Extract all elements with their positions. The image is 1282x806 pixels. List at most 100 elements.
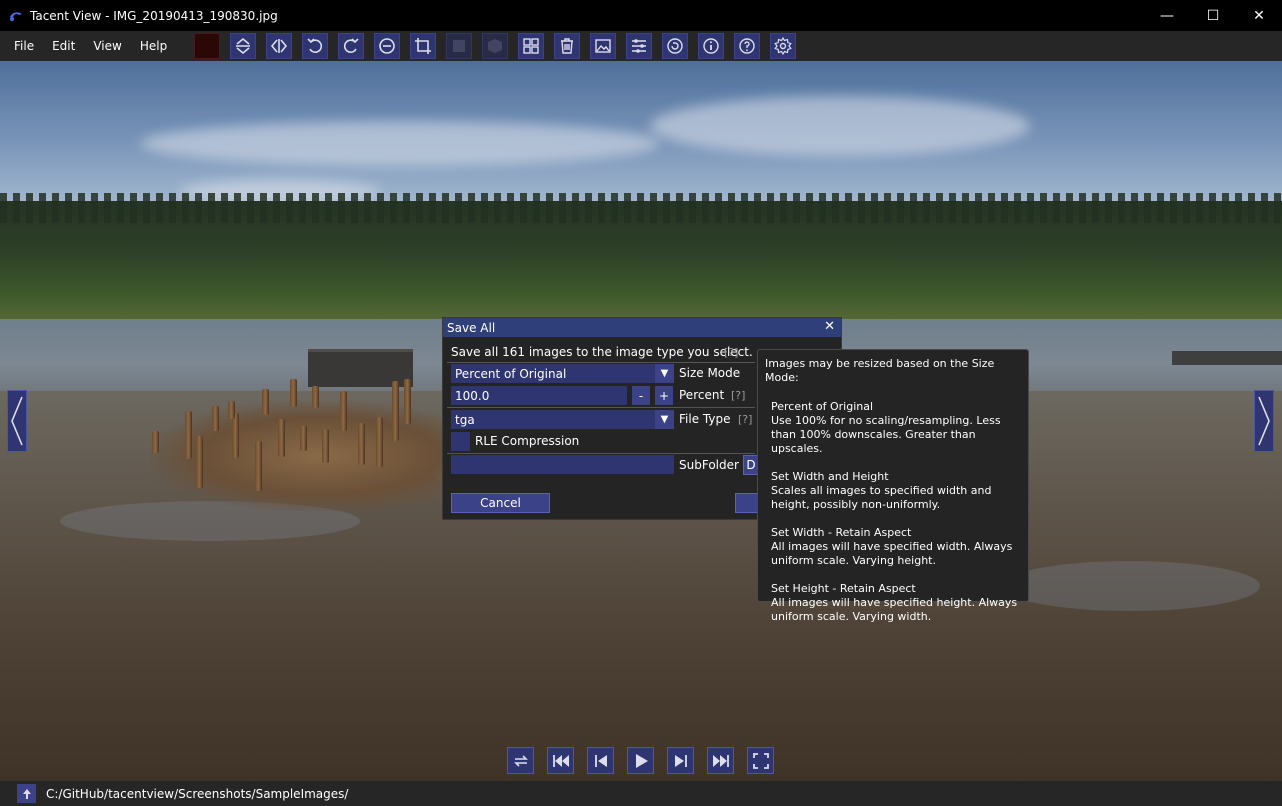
photo-post [404, 379, 411, 424]
fullscreen-button[interactable] [747, 747, 774, 774]
app-logo-icon [10, 11, 22, 21]
thumbnail-button[interactable] [590, 33, 617, 59]
minimize-button[interactable]: — [1144, 0, 1190, 31]
settings-button[interactable] [770, 33, 797, 59]
photo-post [358, 423, 365, 465]
tooltip-section: Set Width and Height Scales all images t… [765, 470, 1021, 512]
save-button[interactable] [735, 493, 759, 513]
percent-label: Percent [679, 388, 725, 402]
skip-back-button[interactable] [547, 747, 574, 774]
loop-icon [513, 754, 528, 767]
flip-horizontal-button[interactable] [266, 33, 293, 59]
next-image-button[interactable] [1254, 390, 1274, 452]
sliders-icon [632, 39, 647, 53]
chevron-right-icon [1258, 396, 1270, 446]
prev-image-button[interactable] [7, 390, 27, 452]
skip-forward-button[interactable] [707, 747, 734, 774]
subfolder-label: SubFolder [679, 458, 739, 472]
size-mode-select[interactable]: Percent of Original ▼ [451, 364, 674, 383]
crop-button[interactable] [410, 33, 437, 59]
menu-view[interactable]: View [84, 31, 130, 61]
help-button[interactable] [734, 33, 761, 59]
tooltip-section-title: Set Width and Height [771, 470, 889, 483]
description-help-tag[interactable]: [?] [724, 346, 738, 359]
percent-help-tag[interactable]: [?] [731, 389, 745, 402]
photo-puddle [1000, 561, 1260, 611]
image-icon [595, 39, 611, 53]
color-swatch[interactable] [194, 33, 221, 59]
cancel-button[interactable]: Cancel [451, 493, 550, 513]
maximize-button[interactable]: ☐ [1190, 0, 1236, 31]
tooltip-heading: Images may be resized based on the Size … [765, 357, 995, 384]
photo-treeline [0, 193, 1282, 223]
up-folder-button[interactable] [17, 784, 36, 803]
play-button[interactable] [627, 747, 654, 774]
photo-post [392, 381, 399, 441]
tooltip-section: Set Height - Retain Aspect All images wi… [765, 582, 1021, 624]
divider [447, 407, 755, 408]
refresh-icon [667, 38, 683, 54]
percent-decrement-button[interactable]: - [632, 386, 650, 405]
square-button[interactable] [446, 33, 473, 59]
next-frame-button[interactable] [667, 747, 694, 774]
window-title: Tacent View - IMG_20190413_190830.jpg [30, 8, 278, 23]
prev-icon [594, 754, 607, 767]
delete-button[interactable] [554, 33, 581, 59]
percent-value: 100.0 [455, 388, 490, 403]
dialog-close-button[interactable]: ✕ [824, 319, 835, 334]
rotate-cw-icon [344, 38, 359, 53]
menu-file[interactable]: File [0, 31, 43, 61]
file-type-select[interactable]: tga ▼ [451, 410, 674, 429]
fullscreen-icon [752, 752, 769, 769]
tooltip-section: Percent of Original Use 100% for no scal… [765, 400, 1021, 456]
tooltip-section-line: All images will have specified height. A… [771, 596, 1018, 609]
photo-barge [1172, 351, 1282, 365]
photo-post [278, 419, 285, 457]
refresh-button[interactable] [662, 33, 689, 59]
loop-button[interactable] [507, 747, 534, 774]
close-window-button[interactable]: ✕ [1236, 0, 1282, 31]
chevron-down-icon: ▼ [655, 364, 674, 383]
tooltip-section-line: All images will have specified width. Al… [771, 540, 1013, 553]
rotate-cw-button[interactable] [338, 33, 365, 59]
tooltip-section-line: uniform scale. Varying height. [771, 554, 936, 567]
cube-icon [488, 39, 503, 53]
cube-button[interactable] [482, 33, 509, 59]
tooltip-section-line: Use 100% for no scaling/resampling. Less [771, 414, 1001, 427]
properties-button[interactable] [626, 33, 653, 59]
percent-input[interactable]: 100.0 [451, 386, 627, 405]
rotate-ccw-button[interactable] [302, 33, 329, 59]
contact-sheet-button[interactable] [518, 33, 545, 59]
tooltip-section-line: than 100% downscales. Greater than upsca… [771, 428, 976, 455]
flip-vertical-button[interactable] [230, 33, 257, 59]
prev-frame-button[interactable] [587, 747, 614, 774]
tooltip-section-title: Set Width - Retain Aspect [771, 526, 912, 539]
subfolder-input[interactable] [451, 455, 674, 474]
trash-icon [561, 38, 574, 54]
flip-vertical-icon [236, 37, 251, 55]
file-type-label: File Type [679, 412, 731, 426]
playback-controls [507, 747, 787, 774]
menu-edit[interactable]: Edit [43, 31, 84, 61]
tooltip-section: Set Width - Retain Aspect All images wil… [765, 526, 1021, 568]
dialog-titlebar[interactable]: Save All ✕ [443, 318, 841, 337]
rle-compression-checkbox[interactable] [451, 432, 470, 451]
percent-increment-button[interactable]: + [655, 386, 673, 405]
info-button[interactable] [698, 33, 725, 59]
file-type-help-tag[interactable]: [?] [738, 413, 752, 426]
rle-compression-label: RLE Compression [475, 434, 580, 448]
square-icon [453, 40, 466, 52]
photo-cloud [650, 96, 1030, 156]
photo-post [376, 417, 383, 467]
menu-help[interactable]: Help [131, 31, 176, 61]
photo-post [322, 429, 329, 463]
help-icon [739, 38, 755, 54]
divider [447, 453, 755, 454]
size-mode-value: Percent of Original [455, 366, 567, 381]
current-folder-path: C:/GitHub/tacentview/Screenshots/SampleI… [46, 786, 349, 801]
gear-icon [774, 36, 792, 56]
photo-post [228, 401, 235, 419]
zoom-out-button[interactable] [374, 33, 401, 59]
tooltip-section-title: Percent of Original [771, 400, 874, 413]
photo-post [212, 406, 219, 431]
